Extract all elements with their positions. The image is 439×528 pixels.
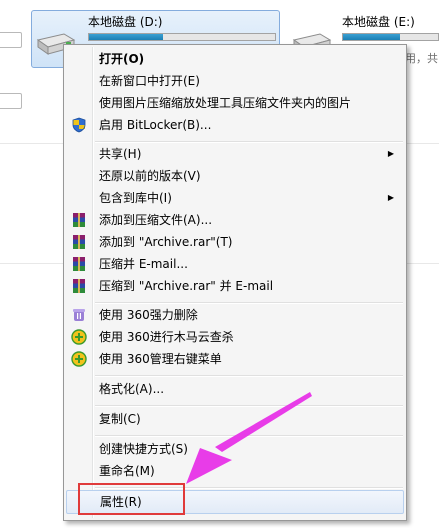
submenu-arrow-icon: ▶ bbox=[387, 149, 394, 158]
360-menu-icon bbox=[71, 351, 87, 367]
menu-item-compress-images[interactable]: 使用图片压缩缩放处理工具压缩文件夹内的图片 bbox=[66, 92, 404, 114]
menu-separator bbox=[95, 405, 403, 407]
view-control[interactable] bbox=[0, 93, 22, 109]
menu-item-360-scan[interactable]: 使用 360进行木马云查杀 bbox=[66, 326, 404, 348]
view-control[interactable] bbox=[0, 32, 22, 48]
menu-item-format[interactable]: 格式化(A)... bbox=[66, 378, 404, 400]
menu-item-copy[interactable]: 复制(C) bbox=[66, 408, 404, 430]
drive-label-d: 本地磁盘 (D:) bbox=[88, 15, 163, 29]
winrar-icon bbox=[73, 257, 85, 271]
winrar-icon bbox=[73, 235, 85, 249]
drive-free-text-e: 用，共 bbox=[405, 52, 438, 65]
360-delete-icon bbox=[73, 309, 85, 321]
menu-item-restore-versions[interactable]: 还原以前的版本(V) bbox=[66, 165, 404, 187]
menu-separator bbox=[95, 375, 403, 377]
menu-separator bbox=[95, 435, 403, 437]
360-scan-icon bbox=[71, 329, 87, 345]
menu-item-360-delete[interactable]: 使用 360强力删除 bbox=[66, 304, 404, 326]
capacity-bar-e bbox=[342, 33, 439, 41]
menu-item-bitlocker[interactable]: 启用 BitLocker(B)... bbox=[66, 114, 404, 136]
drive-label-e: 本地磁盘 (E:) bbox=[342, 15, 415, 29]
menu-item-rename[interactable]: 重命名(M) bbox=[66, 460, 404, 482]
menu-item-360-menu[interactable]: 使用 360管理右键菜单 bbox=[66, 348, 404, 370]
menu-item-add-archive[interactable]: 添加到压缩文件(A)... bbox=[66, 209, 404, 231]
menu-item-include-library[interactable]: 包含到库中(I) ▶ bbox=[66, 187, 404, 209]
winrar-icon bbox=[73, 279, 85, 293]
menu-item-create-shortcut[interactable]: 创建快捷方式(S) bbox=[66, 438, 404, 460]
menu-item-open[interactable]: 打开(O) bbox=[66, 48, 404, 70]
menu-item-add-archive-rar[interactable]: 添加到 "Archive.rar"(T) bbox=[66, 231, 404, 253]
context-menu: 打开(O) 在新窗口中打开(E) 使用图片压缩缩放处理工具压缩文件夹内的图片 启… bbox=[63, 44, 407, 521]
menu-item-compress-rar-email[interactable]: 压缩到 "Archive.rar" 并 E-mail bbox=[66, 275, 404, 297]
menu-item-open-new-window[interactable]: 在新窗口中打开(E) bbox=[66, 70, 404, 92]
submenu-arrow-icon: ▶ bbox=[387, 193, 394, 202]
shield-icon bbox=[72, 117, 86, 133]
menu-item-share[interactable]: 共享(H) ▶ bbox=[66, 143, 404, 165]
winrar-icon bbox=[73, 213, 85, 227]
menu-item-compress-email[interactable]: 压缩并 E-mail... bbox=[66, 253, 404, 275]
annotation-highlight-box bbox=[78, 483, 185, 515]
capacity-bar-d bbox=[88, 33, 276, 41]
